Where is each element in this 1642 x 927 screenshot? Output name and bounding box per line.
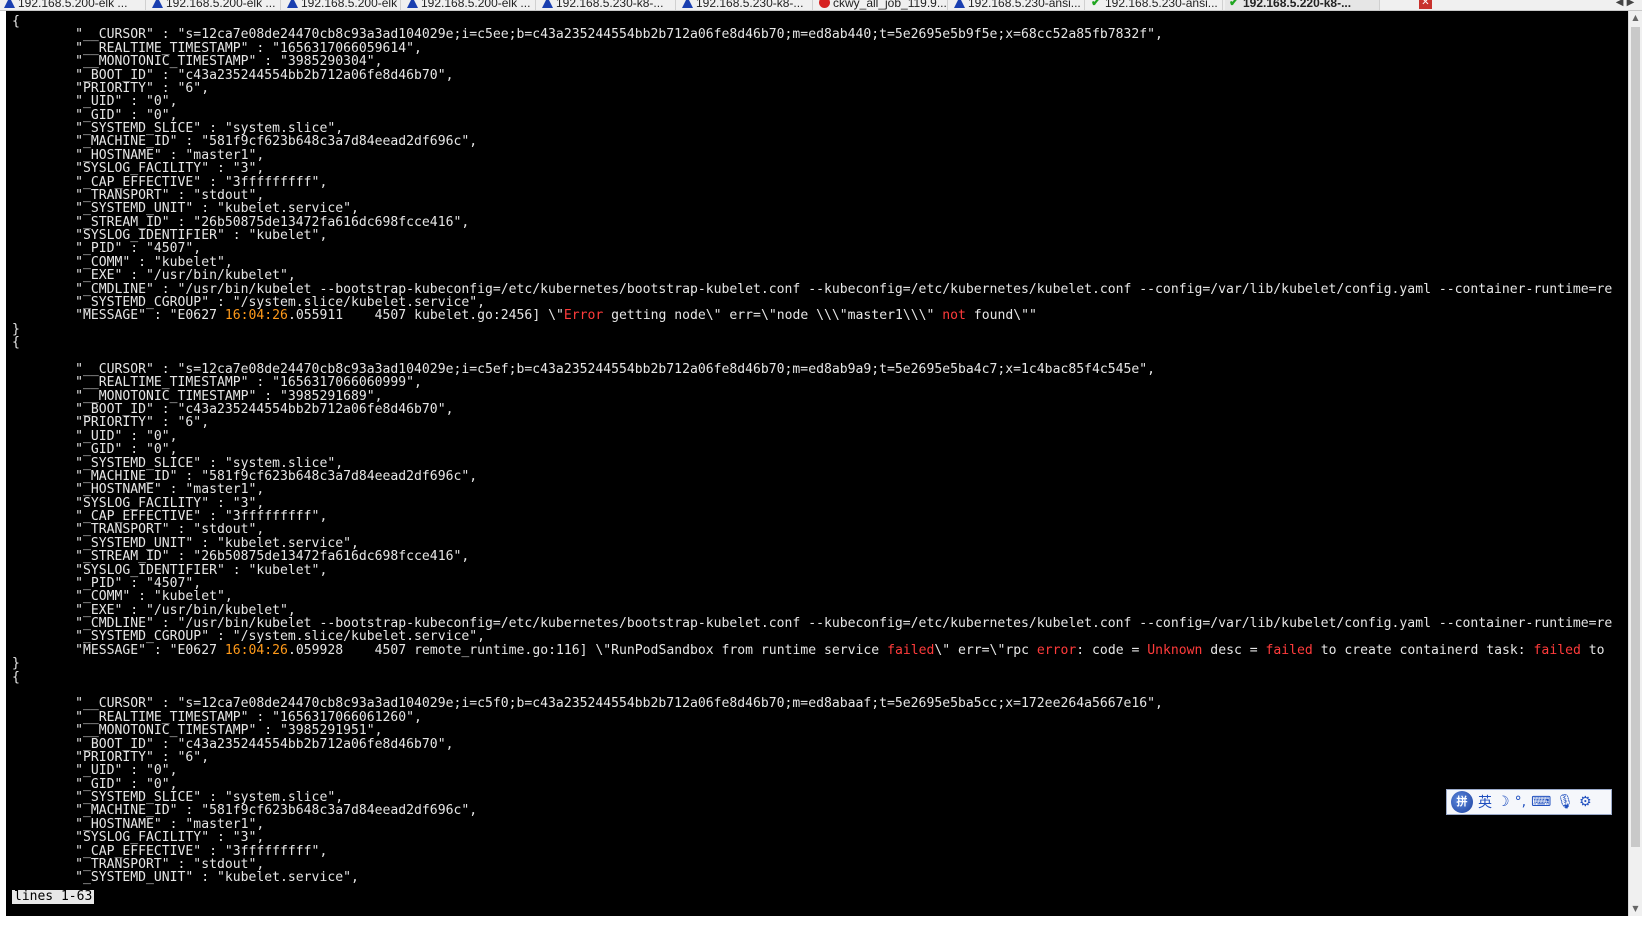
ime-language-toggle[interactable]: 英 — [1478, 792, 1492, 812]
tab-label: 192.168.5.220-k8-... — [1243, 0, 1352, 10]
tab-label: 192.168.5.200-elk ... — [421, 0, 531, 10]
tab-4[interactable]: 192.168.5.200-elk ... — [403, 0, 536, 10]
tab-8[interactable]: 192.168.5.230-ansi... — [950, 0, 1085, 10]
tab-label: 192.168.5.200-elk ... — [18, 0, 128, 10]
tab-label: 192.168.5.230-k8-... — [556, 0, 664, 10]
scroll-thumb[interactable] — [1631, 27, 1640, 847]
check-icon: ✔ — [1229, 0, 1240, 9]
terminal-line: "_SYSTEMD_UNIT" : "kubelet.service", — [12, 870, 359, 886]
tab-label: ckwy_all_job_119.9... — [833, 0, 947, 10]
warning-icon — [407, 0, 418, 8]
close-icon[interactable]: ✕ — [1419, 0, 1432, 9]
tab-1[interactable]: 192.168.5.200-elk ... — [0, 0, 146, 10]
terminal-output[interactable]: { "__CURSOR" : "s=12ca7e08de24470cb8c93a… — [6, 11, 1628, 916]
pager-status-line: lines 1-63 — [12, 889, 95, 904]
terminal-line: { — [12, 335, 20, 351]
microphone-icon[interactable]: 🎙 — [1556, 794, 1574, 810]
tab-9[interactable]: ✔ 192.168.5.230-ansi... — [1087, 0, 1223, 10]
warning-icon — [152, 0, 163, 8]
terminal-line: "MESSAGE" : "E0627 16:04:26.055911 4507 … — [12, 308, 1037, 324]
chevron-icon[interactable]: ◀ ▶ — [1614, 0, 1636, 9]
scroll-down-arrow-icon[interactable]: ▼ — [1629, 902, 1642, 916]
scroll-up-arrow-icon[interactable]: ▲ — [1629, 11, 1642, 25]
warning-icon — [287, 0, 298, 8]
keyboard-icon[interactable]: ⌨ — [1531, 794, 1551, 810]
ime-punctuation-toggle[interactable]: °, — [1515, 794, 1526, 810]
gear-icon[interactable]: ⚙ — [1579, 794, 1592, 810]
error-icon — [819, 0, 830, 8]
tab-7[interactable]: ckwy_all_job_119.9... — [815, 0, 948, 10]
terminal-line: { — [12, 669, 20, 685]
tab-label: 192.168.5.200-elk — [301, 0, 398, 10]
tab-10[interactable]: ✔ 192.168.5.220-k8-... — [1225, 0, 1380, 10]
tab-label: 192.168.5.230-k8-... — [696, 0, 804, 10]
tab-label: 192.168.5.230-ansi... — [1105, 0, 1218, 10]
vertical-scrollbar[interactable]: ▲ ▼ — [1628, 11, 1642, 916]
moon-icon[interactable]: ☽ — [1497, 794, 1510, 810]
tab-bar: 192.168.5.200-elk ... 192.168.5.200-elk .… — [0, 0, 1642, 11]
tab-label: 192.168.5.230-ansi... — [968, 0, 1081, 10]
warning-icon — [542, 0, 553, 8]
sogou-logo-icon[interactable]: 拼 — [1451, 791, 1473, 813]
warning-icon — [4, 0, 15, 8]
tab-2[interactable]: 192.168.5.200-elk ... — [148, 0, 281, 10]
tab-label: 192.168.5.200-elk ... — [166, 0, 276, 10]
warning-icon — [954, 0, 965, 8]
tab-5[interactable]: 192.168.5.230-k8-... — [538, 0, 676, 10]
check-icon: ✔ — [1091, 0, 1102, 9]
ime-toolbar[interactable]: 拼 英 ☽ °, ⌨ 🎙 ⚙ — [1446, 789, 1612, 815]
tab-3[interactable]: 192.168.5.200-elk — [283, 0, 401, 10]
tab-6[interactable]: 192.168.5.230-k8-... — [678, 0, 813, 10]
warning-icon — [682, 0, 693, 8]
terminal-line: "MESSAGE" : "E0627 16:04:26.059928 4507 … — [12, 642, 1605, 658]
